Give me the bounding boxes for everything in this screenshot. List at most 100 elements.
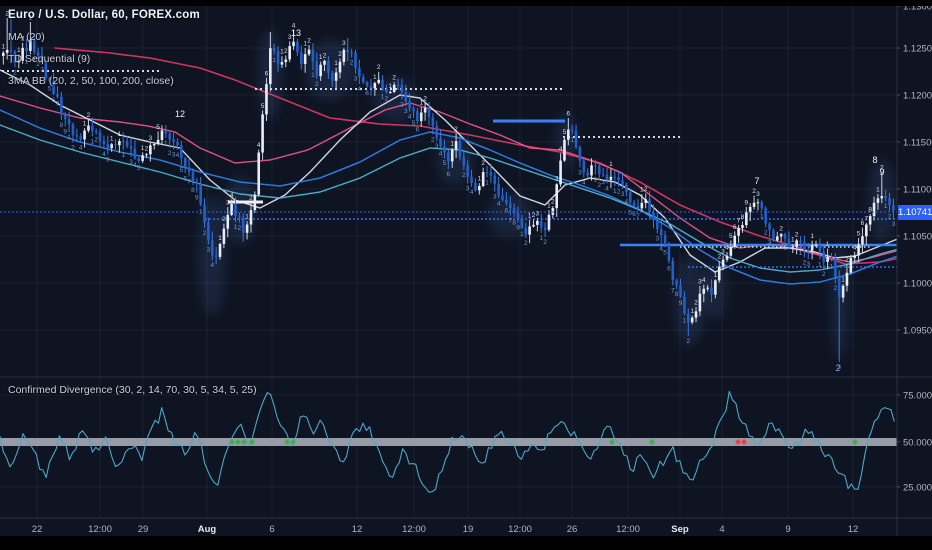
- candle: [462, 156, 466, 166]
- candle: [768, 223, 771, 230]
- candle: [652, 212, 655, 221]
- td-count: 2: [888, 213, 892, 220]
- candle: [79, 136, 82, 140]
- candle: [458, 141, 462, 157]
- td-mark: 8: [872, 155, 877, 165]
- candle: [94, 130, 98, 132]
- candle: [327, 60, 330, 73]
- candle: [272, 48, 276, 51]
- candle: [574, 130, 578, 148]
- candle: [176, 141, 179, 146]
- td-count: 6: [505, 208, 509, 215]
- legend-item-ma[interactable]: MA (20): [8, 31, 200, 43]
- td-count: 2: [524, 240, 528, 247]
- candle: [478, 186, 481, 191]
- candle: [466, 165, 469, 177]
- td-count: 5: [156, 124, 160, 131]
- td-count: 3: [435, 143, 439, 150]
- candle: [880, 196, 884, 199]
- candle: [2, 52, 5, 56]
- candle: [532, 224, 535, 227]
- legend-item-3ma-bb[interactable]: 3MA BB (20, 2, 50, 100, 200, close): [8, 75, 200, 87]
- candle: [868, 216, 872, 225]
- candle: [365, 82, 369, 86]
- td-count: 1: [164, 140, 168, 147]
- td-count: 2: [377, 64, 381, 71]
- time-axis-label: 9: [785, 524, 790, 535]
- candle: [528, 226, 531, 235]
- candle: [222, 228, 226, 244]
- td-count: 4: [230, 192, 234, 199]
- time-axis-label: Sep: [671, 524, 689, 535]
- td-count: 6: [365, 90, 369, 97]
- candle: [710, 287, 713, 295]
- candle: [334, 72, 338, 81]
- td-count: 6: [265, 70, 269, 77]
- candle: [280, 62, 284, 65]
- candle: [675, 280, 678, 285]
- candle: [892, 205, 895, 211]
- candle: [83, 130, 86, 140]
- candle: [586, 172, 589, 176]
- candle: [756, 202, 760, 204]
- candle: [497, 183, 500, 196]
- candle: [265, 84, 268, 115]
- td-count: 2: [315, 81, 319, 88]
- candle: [164, 130, 168, 134]
- td-count: 2: [686, 338, 690, 345]
- candle: [632, 202, 636, 206]
- candle: [431, 117, 435, 126]
- candle: [636, 205, 640, 209]
- candle: [857, 244, 860, 256]
- candle: [667, 244, 671, 261]
- candle: [249, 210, 253, 225]
- legend-item-td-sequential[interactable]: TD Sequential (9): [8, 53, 200, 65]
- candle: [536, 220, 539, 225]
- candle: [230, 204, 233, 215]
- candle: [582, 160, 586, 173]
- main-legend: Euro / U.S. Dollar, 60, FOREX.com MA (20…: [8, 9, 200, 87]
- candle: [578, 147, 582, 161]
- candle: [323, 60, 326, 65]
- td-count: 4: [470, 189, 474, 196]
- letterbox-top: [0, 0, 932, 6]
- candle: [721, 259, 725, 267]
- candle: [783, 234, 787, 239]
- candle: [443, 146, 446, 153]
- symbol-title[interactable]: Euro / U.S. Dollar, 60, FOREX.com: [8, 9, 200, 21]
- candle: [311, 49, 315, 62]
- candle: [121, 141, 125, 143]
- candle: [207, 222, 210, 241]
- price-axis-label: 1.09500: [903, 326, 932, 337]
- td-count: 1: [388, 83, 392, 90]
- candle: [63, 114, 67, 120]
- candle: [605, 174, 609, 180]
- candle: [172, 139, 175, 142]
- td-count: 8: [191, 187, 195, 194]
- candle: [547, 214, 551, 230]
- td-count: 2: [764, 229, 768, 236]
- indicator-axis-label: 25.00000: [903, 483, 932, 494]
- td-mark: 13: [291, 28, 301, 38]
- td-count: 6: [667, 265, 671, 272]
- candle: [613, 176, 617, 178]
- indicator-legend[interactable]: Confirmed Divergence (30, 2, 14, 70, 30,…: [8, 384, 257, 396]
- candle: [87, 125, 90, 131]
- td-count: 5: [729, 233, 733, 240]
- td-count: 6: [733, 224, 737, 231]
- candle: [56, 93, 59, 97]
- candle: [71, 124, 75, 136]
- candle: [98, 131, 102, 141]
- candle: [841, 285, 845, 298]
- td-count: 1: [311, 72, 315, 79]
- candle: [570, 129, 574, 131]
- candle: [416, 111, 419, 122]
- candle: [481, 172, 485, 187]
- candle: [319, 64, 322, 77]
- td-count: 2: [338, 51, 342, 58]
- candle: [590, 165, 593, 176]
- time-axis-label: 12:00: [88, 524, 112, 535]
- time-axis-label: 22: [32, 524, 43, 535]
- candle: [714, 280, 717, 295]
- candle: [818, 244, 822, 252]
